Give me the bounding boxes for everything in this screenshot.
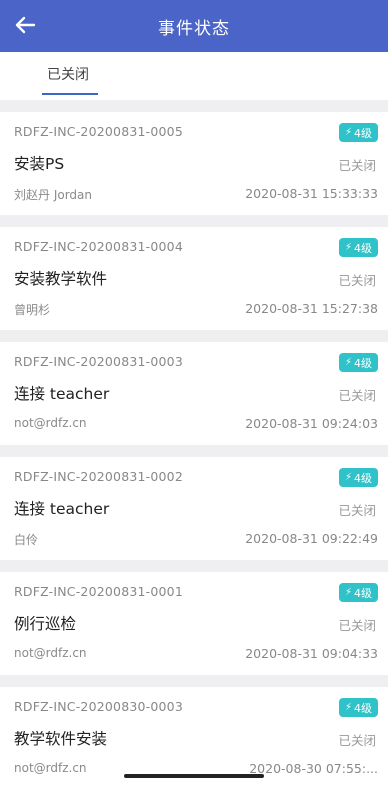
incident-time: 2020-08-31 09:24:03 <box>245 416 378 431</box>
level-badge: ⚡ 4级 <box>338 583 378 602</box>
incident-status: 已关闭 <box>338 388 376 403</box>
app-header: 事件状态 <box>0 0 388 52</box>
incident-title: 连接 teacher <box>14 500 110 518</box>
incident-card[interactable]: RDFZ-INC-20200831-0002 ⚡ 4级 连接 teacher 已关… <box>0 457 388 560</box>
incident-title: 连接 teacher <box>14 385 110 403</box>
level-label: 4级 <box>354 586 372 600</box>
page-title: 事件状态 <box>158 18 230 39</box>
bolt-icon: ⚡ <box>344 242 352 253</box>
level-badge: ⚡ 4级 <box>338 353 378 372</box>
incident-user: 曾明杉 <box>14 303 51 317</box>
incident-user: not@rdfz.cn <box>14 646 87 660</box>
incident-title: 安装PS <box>14 155 65 173</box>
incident-title: 教学软件安装 <box>14 730 108 748</box>
level-label: 4级 <box>354 701 372 715</box>
home-indicator <box>124 774 264 778</box>
incident-status: 已关闭 <box>338 733 376 748</box>
incident-id: RDFZ-INC-20200831-0003 <box>14 354 183 369</box>
tab-closed[interactable]: 已关闭 <box>38 64 98 94</box>
incident-id: RDFZ-INC-20200831-0002 <box>14 469 183 484</box>
incident-user: not@rdfz.cn <box>14 761 87 775</box>
bolt-icon: ⚡ <box>344 472 352 483</box>
incident-time: 2020-08-30 07:55:... <box>249 761 378 776</box>
tab-active-indicator <box>42 93 98 95</box>
level-label: 4级 <box>354 126 372 140</box>
level-label: 4级 <box>354 356 372 370</box>
incident-id: RDFZ-INC-20200831-0001 <box>14 584 183 599</box>
incident-card[interactable]: RDFZ-INC-20200831-0003 ⚡ 4级 连接 teacher 已关… <box>0 342 388 445</box>
incident-time: 2020-08-31 15:33:33 <box>245 186 378 201</box>
incident-time: 2020-08-31 09:22:49 <box>245 531 378 546</box>
level-badge: ⚡ 4级 <box>338 123 378 142</box>
incident-status: 已关闭 <box>338 273 376 288</box>
level-badge: ⚡ 4级 <box>338 238 378 257</box>
incident-status: 已关闭 <box>338 158 376 173</box>
arrow-left-icon <box>15 16 36 34</box>
incident-id: RDFZ-INC-20200831-0005 <box>14 124 183 139</box>
incident-time: 2020-08-31 09:04:33 <box>245 646 378 661</box>
level-badge: ⚡ 4级 <box>338 468 378 487</box>
incident-status: 已关闭 <box>338 618 376 633</box>
level-badge: ⚡ 4级 <box>338 698 378 717</box>
incident-user: 刘赵丹 Jordan <box>14 188 92 202</box>
incident-title: 安装教学软件 <box>14 270 108 288</box>
bolt-icon: ⚡ <box>344 587 352 598</box>
level-label: 4级 <box>354 241 372 255</box>
incident-user: 白伶 <box>14 533 39 547</box>
back-button[interactable] <box>10 10 40 40</box>
incident-card[interactable]: RDFZ-INC-20200831-0004 ⚡ 4级 安装教学软件 已关闭 曾明… <box>0 227 388 330</box>
incident-user: not@rdfz.cn <box>14 416 87 430</box>
bolt-icon: ⚡ <box>344 357 352 368</box>
incident-title: 例行巡检 <box>14 615 77 633</box>
bolt-icon: ⚡ <box>344 702 352 713</box>
incident-id: RDFZ-INC-20200830-0003 <box>14 699 183 714</box>
incident-card[interactable]: RDFZ-INC-20200831-0001 ⚡ 4级 例行巡检 已关闭 not@… <box>0 572 388 675</box>
level-label: 4级 <box>354 471 372 485</box>
incident-card[interactable]: RDFZ-INC-20200831-0005 ⚡ 4级 安装PS 已关闭 刘赵丹 … <box>0 112 388 215</box>
incident-status: 已关闭 <box>338 503 376 518</box>
incident-id: RDFZ-INC-20200831-0004 <box>14 239 183 254</box>
bolt-icon: ⚡ <box>344 127 352 138</box>
incident-time: 2020-08-31 15:27:38 <box>245 301 378 316</box>
